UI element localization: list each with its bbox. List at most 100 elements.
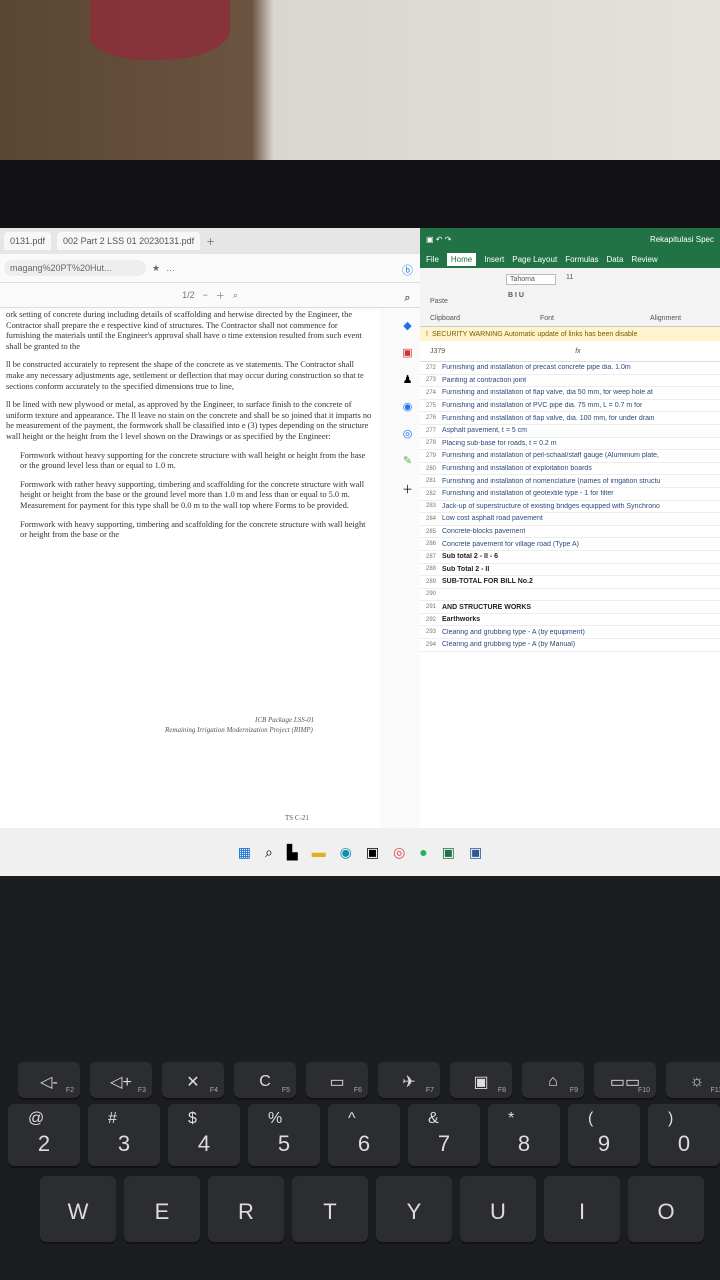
row-number[interactable]: 284 bbox=[420, 516, 442, 522]
cell-text[interactable]: Furnishing and installation of precast c… bbox=[442, 364, 631, 371]
tab-home[interactable]: Home bbox=[446, 252, 477, 266]
row-number[interactable]: 286 bbox=[420, 541, 442, 547]
page-counter[interactable]: 1/2 bbox=[182, 290, 195, 300]
letter-key[interactable]: W bbox=[40, 1176, 116, 1242]
function-key[interactable]: ✕ F4 bbox=[162, 1062, 224, 1098]
cell-text[interactable]: AND STRUCTURE WORKS bbox=[442, 604, 531, 611]
function-key[interactable]: ✈ F7 bbox=[378, 1062, 440, 1098]
word-icon[interactable]: ▣ bbox=[469, 844, 482, 861]
letter-key[interactable]: E bbox=[124, 1176, 200, 1242]
row-number[interactable]: 273 bbox=[420, 377, 442, 383]
outlook-icon[interactable]: ◎ bbox=[403, 427, 413, 440]
table-row[interactable]: 277 Asphalt pavement, t = 5 cm bbox=[420, 425, 720, 438]
number-key[interactable]: ) 0 bbox=[648, 1104, 720, 1166]
tab-review[interactable]: Review bbox=[631, 255, 657, 264]
function-key[interactable]: ⌂ F9 bbox=[522, 1062, 584, 1098]
excel-icon[interactable]: ▣ bbox=[442, 844, 455, 861]
zoom-out-icon[interactable]: − bbox=[203, 290, 208, 300]
games-icon[interactable]: ♟ bbox=[403, 373, 413, 386]
row-number[interactable]: 281 bbox=[420, 478, 442, 484]
spotify-icon[interactable]: ● bbox=[419, 844, 427, 860]
letter-key[interactable]: R bbox=[208, 1176, 284, 1242]
row-number[interactable]: 287 bbox=[420, 554, 442, 560]
cell-text[interactable]: Placing sub-base for roads, t = 0.2 m bbox=[442, 440, 557, 447]
table-row[interactable]: 281 Furnishing and installation of nomenc… bbox=[420, 475, 720, 488]
row-number[interactable]: 293 bbox=[420, 629, 442, 635]
cell-text[interactable]: Earthworks bbox=[442, 616, 480, 623]
tools-icon[interactable]: ✎ bbox=[403, 454, 412, 467]
function-key[interactable]: ☼ F11 bbox=[666, 1062, 720, 1098]
cell-text[interactable]: SUB-TOTAL FOR BILL No.2 bbox=[442, 578, 533, 585]
table-row[interactable]: 293 Clearing and grubbing type - A (by eq… bbox=[420, 626, 720, 640]
row-number[interactable]: 277 bbox=[420, 428, 442, 434]
new-tab-icon[interactable]: ＋ bbox=[206, 235, 215, 248]
table-row[interactable]: 283 Jack-up of superstructure of existing… bbox=[420, 501, 720, 514]
row-number[interactable]: 283 bbox=[420, 503, 442, 509]
row-number[interactable]: 285 bbox=[420, 529, 442, 535]
table-row[interactable]: 278 Placing sub-base for roads, t = 0.2 m bbox=[420, 438, 720, 451]
number-key[interactable]: & 7 bbox=[408, 1104, 480, 1166]
row-number[interactable]: 291 bbox=[420, 604, 442, 610]
table-row[interactable]: 286 Concrete pavement for village road (T… bbox=[420, 538, 720, 551]
cell-text[interactable]: Sub total 2 - II - 6 bbox=[442, 553, 498, 560]
row-number[interactable]: 275 bbox=[420, 403, 442, 409]
function-key[interactable]: ▣ F8 bbox=[450, 1062, 512, 1098]
search-icon[interactable]: ⌕ bbox=[404, 292, 410, 305]
row-number[interactable]: 294 bbox=[420, 642, 442, 648]
add-icon[interactable]: ＋ bbox=[402, 481, 413, 497]
cell-text[interactable]: Jack-up of superstructure of existing br… bbox=[442, 503, 660, 510]
function-key[interactable]: ◁+ F3 bbox=[90, 1062, 152, 1098]
cell-text[interactable]: Furnishing and installation of flap valv… bbox=[442, 415, 654, 422]
more-icon[interactable]: … bbox=[166, 263, 175, 273]
tab-file[interactable]: File bbox=[426, 255, 439, 264]
task-view-icon[interactable]: ▙ bbox=[287, 844, 298, 861]
cell-text[interactable]: Asphalt pavement, t = 5 cm bbox=[442, 427, 527, 434]
table-row[interactable]: 288 Sub Total 2 - II bbox=[420, 564, 720, 577]
name-box[interactable]: J379 bbox=[430, 348, 445, 355]
font-size-select[interactable]: 11 bbox=[566, 274, 573, 281]
store-icon[interactable]: ▣ bbox=[366, 844, 379, 861]
table-row[interactable]: 280 Furnishing and installation of exploi… bbox=[420, 463, 720, 476]
row-number[interactable]: 272 bbox=[420, 365, 442, 371]
table-row[interactable]: 290 bbox=[420, 589, 720, 602]
function-key[interactable]: ▭ F6 bbox=[306, 1062, 368, 1098]
table-row[interactable]: 289 SUB-TOTAL FOR BILL No.2 bbox=[420, 576, 720, 589]
tab-page-layout[interactable]: Page Layout bbox=[512, 255, 557, 264]
letter-key[interactable]: Y bbox=[376, 1176, 452, 1242]
url-field[interactable]: magang%20PT%20Hut... bbox=[4, 260, 146, 276]
letter-key[interactable]: U bbox=[460, 1176, 536, 1242]
paste-button[interactable]: Paste bbox=[430, 298, 448, 305]
row-number[interactable]: 288 bbox=[420, 566, 442, 572]
table-row[interactable]: 272 Furnishing and installation of precas… bbox=[420, 362, 720, 375]
number-key[interactable]: (9 bbox=[568, 1104, 640, 1166]
function-key[interactable]: ▭▭ F10 bbox=[594, 1062, 656, 1098]
font-name-select[interactable]: Tahoma bbox=[506, 274, 556, 285]
office-icon[interactable]: ◉ bbox=[403, 400, 413, 413]
cell-text[interactable]: Sub Total 2 - II bbox=[442, 566, 489, 573]
search-icon[interactable]: ⌕ bbox=[233, 290, 238, 301]
row-number[interactable]: 290 bbox=[420, 591, 442, 597]
number-key[interactable]: #3 bbox=[88, 1104, 160, 1166]
edge-icon[interactable]: ◉ bbox=[340, 844, 352, 861]
row-number[interactable]: 282 bbox=[420, 491, 442, 497]
cell-text[interactable]: Furnishing and installation of geotextil… bbox=[442, 490, 614, 497]
row-number[interactable]: 292 bbox=[420, 617, 442, 623]
cell-text[interactable]: Furnishing and installation of peil-scha… bbox=[442, 452, 659, 459]
cell-text[interactable]: Concrete-blocks pavement bbox=[442, 528, 525, 535]
table-row[interactable]: 279 Furnishing and installation of peil-s… bbox=[420, 450, 720, 463]
function-key[interactable]: C F5 bbox=[234, 1062, 296, 1098]
table-row[interactable]: 294 Clearing and grubbing type - A (by Ma… bbox=[420, 639, 720, 652]
windows-start-icon[interactable]: ▦ bbox=[238, 844, 251, 861]
tag-icon[interactable]: ◆ bbox=[403, 319, 411, 332]
cell-text[interactable]: Low cost asphalt road pavement bbox=[442, 515, 543, 522]
row-number[interactable]: 279 bbox=[420, 453, 442, 459]
function-key[interactable]: ◁- F2 bbox=[18, 1062, 80, 1098]
letter-key[interactable]: I bbox=[544, 1176, 620, 1242]
table-row[interactable]: 284 Low cost asphalt road pavement bbox=[420, 513, 720, 526]
folder-icon[interactable]: ▬ bbox=[312, 844, 326, 860]
search-icon[interactable]: ⌕ bbox=[265, 844, 273, 861]
save-icon[interactable]: ▣ ↶ ↷ bbox=[426, 235, 451, 244]
bold-button[interactable]: B I U bbox=[508, 292, 524, 299]
number-key[interactable]: $4 bbox=[168, 1104, 240, 1166]
cell-text[interactable]: Furnishing and installation of flap valv… bbox=[442, 389, 653, 396]
